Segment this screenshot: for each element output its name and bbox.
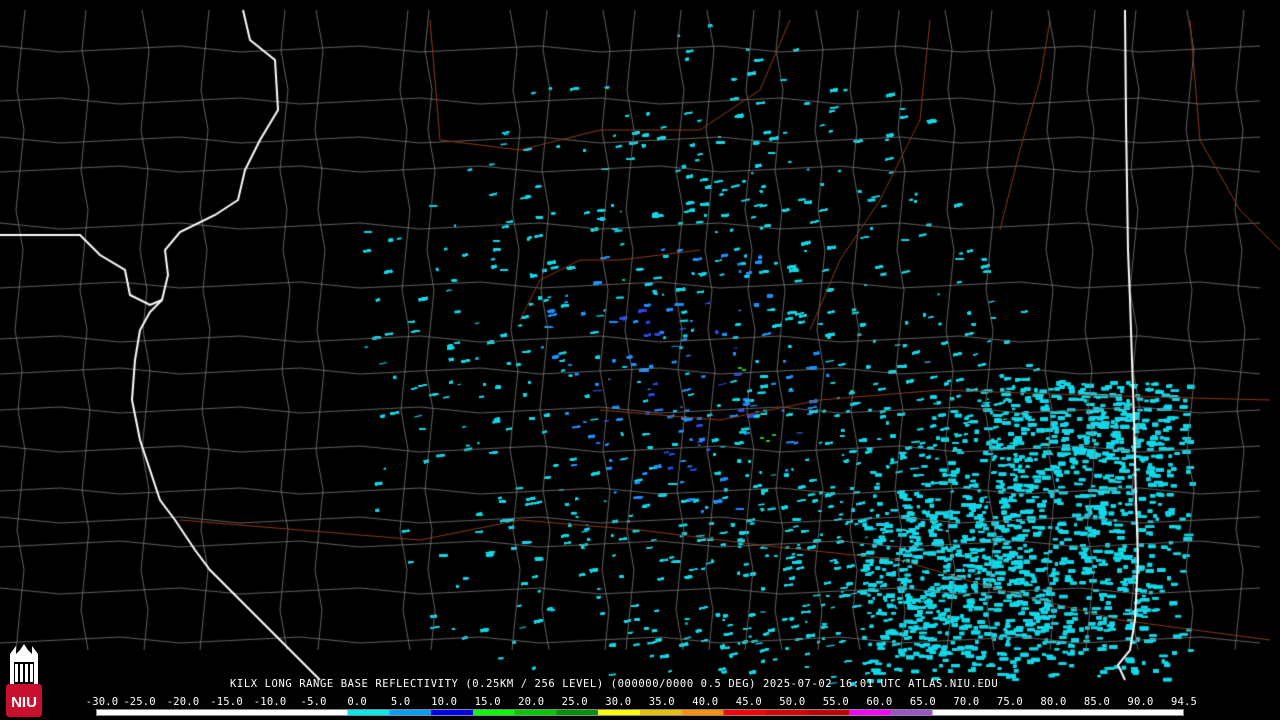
scale-tick-label: 10.0 [431, 696, 458, 708]
scale-tick-label: 65.0 [909, 696, 936, 708]
scale-tick-label: -25.0 [123, 696, 156, 708]
scale-tick-label: 15.0 [474, 696, 501, 708]
scale-tick-label: 85.0 [1083, 696, 1110, 708]
radar-map [0, 0, 1280, 720]
scale-tick-label: 45.0 [735, 696, 762, 708]
scale-tick-label: 94.5 [1170, 696, 1198, 708]
scale-tick-label: 70.0 [953, 696, 980, 708]
scale-tick-label: 80.0 [1040, 696, 1067, 708]
scale-tick-label: 60.0 [866, 696, 893, 708]
scale-tick-label: 30.0 [605, 696, 632, 708]
scale-tick-label: -15.0 [210, 696, 243, 708]
scale-tick-label: 40.0 [692, 696, 719, 708]
product-title: KILX LONG RANGE BASE REFLECTIVITY (0.25K… [230, 678, 999, 690]
scale-tick-label: 50.0 [779, 696, 806, 708]
color-scale-bar [96, 709, 1184, 716]
color-scale-labels: -30.0 -25.0 -20.0 -15.0 -10.0 -5.0 0.0 5.0 10.0 1… [86, 696, 1197, 708]
scale-tick-label: -5.0 [300, 696, 327, 708]
scale-tick-label: 55.0 [822, 696, 849, 708]
scale-tick-label: -30.0 [85, 696, 119, 708]
scale-tick-label: 35.0 [648, 696, 675, 708]
scale-tick-label: 75.0 [996, 696, 1023, 708]
scale-tick-label: 90.0 [1127, 696, 1154, 708]
scale-tick-label: 25.0 [561, 696, 588, 708]
scale-tick-label: 0.0 [347, 696, 367, 708]
scale-tick-label: 5.0 [390, 696, 411, 708]
scale-tick-label: -20.0 [166, 696, 200, 708]
scale-tick-label: -10.0 [253, 696, 287, 708]
scale-tick-label: 20.0 [518, 696, 545, 708]
